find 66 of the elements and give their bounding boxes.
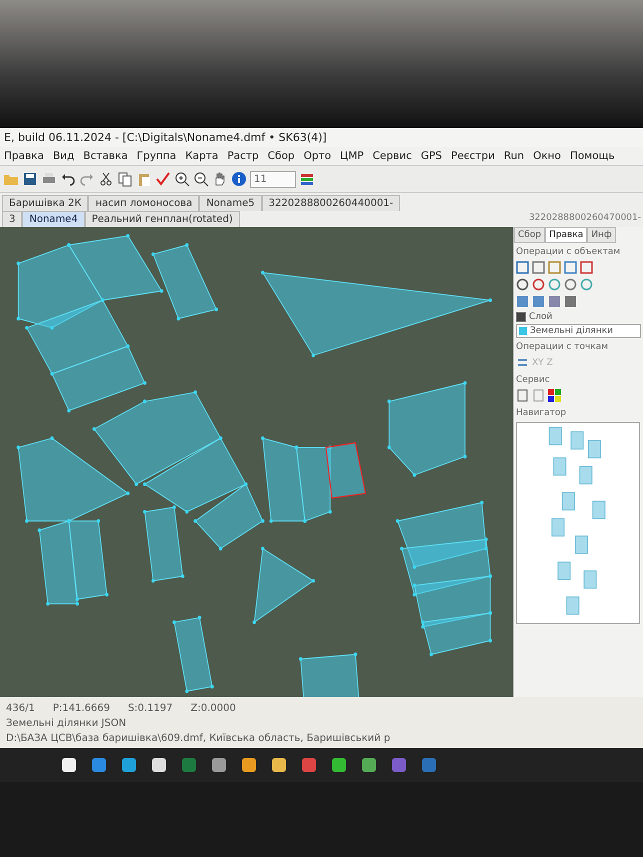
scale-field[interactable]: 11 [250,170,296,188]
tool-icon[interactable] [564,278,577,291]
tool-icon[interactable] [516,261,529,274]
menu-item[interactable]: Run [504,150,524,162]
panel-tab[interactable]: Правка [545,227,588,243]
menu-item[interactable]: Окно [533,150,561,162]
document-tab[interactable]: Noname5 [199,195,262,211]
window-title: E, build 06.11.2024 - [C:\Digitals\Noname4.dmf • SK63(4)] [0,128,643,147]
document-tab[interactable]: Noname4 [22,211,85,227]
layer-checkbox[interactable] [516,312,526,322]
menu-item[interactable]: Группа [136,150,176,162]
scissors-icon[interactable] [98,171,114,187]
layer-dropdown[interactable]: Земельні ділянки [516,324,641,338]
layer-color-icon [519,327,527,335]
document-tab[interactable]: насип ломоносова [88,195,200,211]
document-tab[interactable]: 3220288800260440001- [262,195,400,211]
layers-icon[interactable] [299,171,315,187]
color-grid-icon[interactable] [548,389,561,402]
tool-icon[interactable] [516,389,529,402]
menu-item[interactable]: Вид [52,150,74,162]
selected-parcel-drawing [325,442,366,499]
panel-tab[interactable]: Сбор [514,227,546,243]
tool-icon[interactable] [548,261,561,274]
menu-item[interactable]: Реєстри [450,150,495,162]
section-title: Сервис [515,374,551,387]
status-field: S:0.1197 [128,703,173,714]
save-icon[interactable] [22,171,38,187]
tool-icon[interactable] [532,295,545,308]
tool-icon[interactable] [532,278,545,291]
menu-item[interactable]: Орто [304,150,332,162]
section-title: Операции с точкам [515,341,610,354]
menu-item[interactable]: ЦМР [340,150,364,162]
document-tab[interactable]: 3 [2,211,22,227]
tool-icon[interactable] [580,261,593,274]
document-tab[interactable]: Баришівка 2К [2,195,88,211]
checkmark-icon[interactable] [155,171,171,187]
tool-icon[interactable] [564,295,577,308]
status-layer: Земельні ділянки JSON [6,718,126,729]
menu-item[interactable]: Правка [4,150,44,162]
section-title: Навигатор [515,407,568,420]
status-field: Z:0.0000 [190,703,236,714]
status-path: D:\БАЗА ЦСВ\база баришівка\609.dmf, Київська область, Баришівський р [6,733,390,744]
document-tab[interactable]: Реальний генплан(rotated) [84,211,240,227]
status-field: 436/1 [6,703,35,714]
tool-icon[interactable] [532,261,545,274]
menu-item[interactable]: Карта [185,150,218,162]
menu-item[interactable]: Растр [227,150,259,162]
zoom-in-icon[interactable] [174,171,190,187]
section-title: Операции с объектам [515,246,622,259]
menu-item[interactable]: Помощь [570,150,615,162]
tool-icon[interactable] [516,278,529,291]
tool-icon[interactable] [548,295,561,308]
layer-label: Слой [529,312,552,322]
status-field: P:141.6669 [52,703,110,714]
info-icon[interactable] [231,171,247,187]
zoom-out-icon[interactable] [193,171,209,187]
menu-item[interactable]: Сервис [372,150,412,162]
menu-item[interactable]: Сбор [268,150,295,162]
panel-header: 3220288800260470001- [528,212,642,225]
tool-icon[interactable] [564,261,577,274]
menu-item[interactable]: Вставка [83,150,128,162]
menu-item[interactable]: GPS [420,150,442,162]
app-icon[interactable] [420,756,438,774]
tool-icon[interactable] [516,295,529,308]
copy-icon[interactable] [117,171,133,187]
panel-tab[interactable]: Инф [587,227,616,243]
